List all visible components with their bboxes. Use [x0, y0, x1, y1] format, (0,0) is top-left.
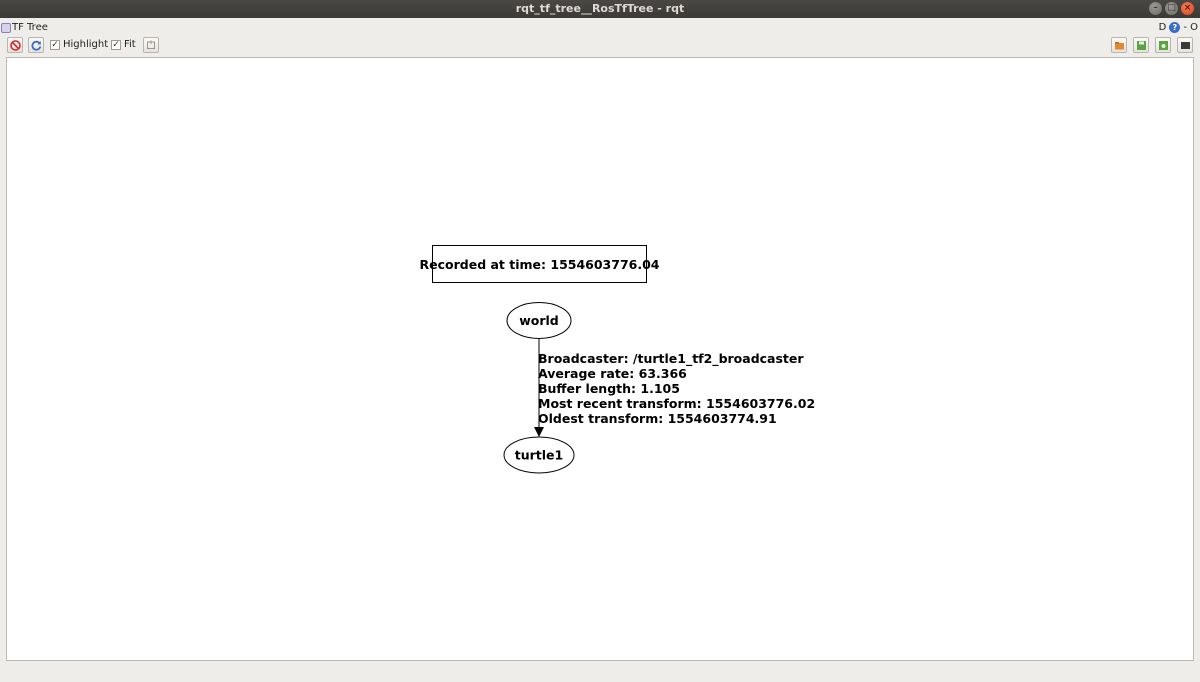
plugin-icon: [1, 22, 11, 33]
fit-check-box[interactable]: ✓: [111, 39, 121, 50]
dock-button[interactable]: D: [1159, 19, 1167, 36]
minimize-button[interactable]: –: [1149, 2, 1162, 15]
save-icon: [1136, 40, 1146, 50]
edge-oldest-transform: Oldest transform: 1554603774.91: [538, 411, 777, 426]
fit-label: Fit: [124, 39, 136, 50]
toolbar: ✓ Highlight ✓ Fit: [0, 37, 1200, 55]
window-title-bar: rqt_tf_tree__RosTfTree - rqt – □ ×: [0, 0, 1200, 18]
plugin-title: TF Tree: [12, 22, 48, 33]
monitor-icon: [1180, 41, 1190, 49]
recorded-time-box: Recorded at time: 1554603776.04: [420, 245, 660, 283]
status-bar: [0, 662, 1200, 682]
highlight-label: Highlight: [63, 39, 109, 50]
fit-checkbox[interactable]: ✓ Fit: [111, 39, 136, 50]
save-image-icon: [1158, 40, 1168, 50]
load-dot-button[interactable]: [1111, 37, 1127, 53]
refresh-icon: [30, 40, 41, 51]
window-title: rqt_tf_tree__RosTfTree - rqt: [515, 2, 685, 15]
help-icon[interactable]: ?: [1169, 22, 1181, 33]
plugin-header: TF Tree D ? - O: [0, 19, 1200, 36]
folder-open-icon: [1114, 41, 1124, 49]
edge-broadcaster: Broadcaster: /turtle1_tf2_broadcaster: [538, 351, 804, 367]
fit-in-view-button[interactable]: [143, 37, 159, 53]
zoom-fit-icon: [147, 40, 155, 49]
node-world-label: world: [519, 313, 559, 328]
edge-buffer-length: Buffer length: 1.105: [538, 381, 680, 396]
recorded-time-label: Recorded at time: 1554603776.04: [420, 257, 660, 272]
edge-info: Broadcaster: /turtle1_tf2_broadcaster Av…: [538, 351, 815, 426]
node-turtle1-label: turtle1: [515, 448, 563, 463]
highlight-checkbox[interactable]: ✓ Highlight: [50, 39, 108, 50]
maximize-button[interactable]: □: [1165, 2, 1178, 15]
edge-most-recent-transform: Most recent transform: 1554603776.02: [538, 396, 815, 411]
plugin-controls: D ? - O: [1159, 19, 1198, 36]
node-world[interactable]: world: [506, 302, 572, 339]
edge-average-rate: Average rate: 63.366: [538, 366, 687, 381]
node-turtle1[interactable]: turtle1: [503, 436, 575, 474]
graph-view[interactable]: Recorded at time: 1554603776.04 world Br…: [6, 57, 1194, 661]
close-button[interactable]: ×: [1181, 2, 1194, 15]
window-controls: – □ ×: [1149, 2, 1194, 15]
save-svg-button[interactable]: [1155, 37, 1171, 53]
refresh-button[interactable]: [28, 37, 44, 53]
save-dot-button[interactable]: [1133, 37, 1149, 53]
close-plugin-button[interactable]: - O: [1183, 19, 1198, 36]
save-image-button[interactable]: [1177, 37, 1193, 53]
stop-icon: [9, 39, 21, 51]
clear-buffer-button[interactable]: [7, 37, 23, 53]
plugin-title-area: TF Tree: [0, 19, 48, 36]
tf-tree-graph: Recorded at time: 1554603776.04 world Br…: [420, 245, 815, 474]
highlight-check-box[interactable]: ✓: [50, 39, 60, 50]
